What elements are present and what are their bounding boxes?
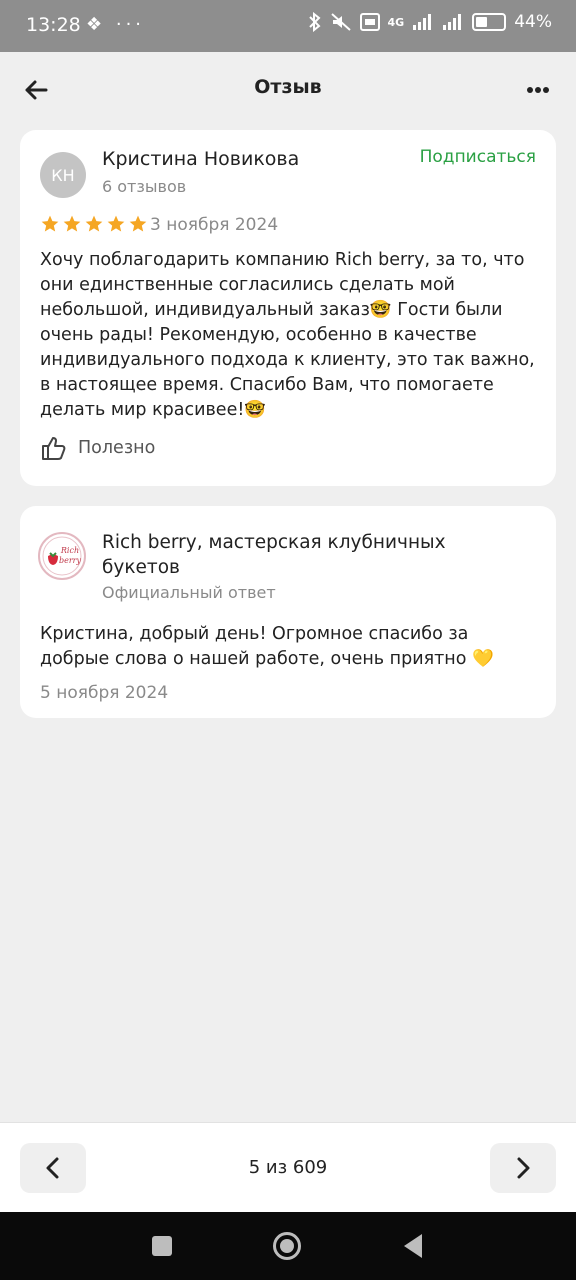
author-name[interactable]: Кристина Новикова <box>102 148 299 170</box>
author-reviews-count: 6 отзывов <box>102 177 187 196</box>
strawberry-logo-icon: Rich berry <box>42 536 82 576</box>
battery-icon <box>472 13 507 31</box>
signal-icon-2 <box>443 14 462 30</box>
logo-text-2: berry <box>59 556 82 565</box>
star-icon <box>129 215 147 232</box>
reply-card: Rich berry Rich berry, мастерская клубни… <box>20 506 556 718</box>
useful-label: Полезно <box>78 438 156 458</box>
logo-text-1: Rich <box>60 546 79 555</box>
useful-button[interactable]: Полезно <box>40 434 155 462</box>
thumbs-up-icon <box>42 437 66 460</box>
reply-date: 5 ноября 2024 <box>40 683 169 703</box>
star-icon <box>85 215 103 232</box>
next-button[interactable] <box>490 1143 556 1193</box>
top-app-bar: Отзыв <box>0 52 576 126</box>
chevron-right-icon <box>517 1157 530 1179</box>
star-icon <box>63 215 81 232</box>
pagination-bar: 5 из 609 <box>0 1122 576 1212</box>
system-nav-bar <box>0 1212 576 1280</box>
bluetooth-icon <box>308 12 321 32</box>
star-icon <box>41 215 59 232</box>
status-time: 13:28 <box>26 14 81 36</box>
volte-icon <box>359 13 380 31</box>
status-bar: 13:28 ❖ ··· 4G 44% <box>0 0 576 52</box>
network-type: 4G <box>387 15 405 29</box>
company-name[interactable]: Rich berry, мастерская клубничных букето… <box>102 530 522 580</box>
page-title: Отзыв <box>254 76 322 98</box>
notification-icons: ❖ ··· <box>86 14 146 35</box>
review-date: 3 ноября 2024 <box>150 215 279 235</box>
official-reply-label: Официальный ответ <box>102 583 276 602</box>
review-text: Хочу поблагодарить компанию Rich berry, … <box>40 250 535 420</box>
signal-icon <box>413 14 432 30</box>
company-logo[interactable]: Rich berry <box>38 532 86 580</box>
review-card: КН Кристина Новикова 6 отзывов Подписать… <box>20 130 556 486</box>
avatar[interactable]: КН <box>40 152 86 198</box>
back-triangle-icon[interactable] <box>404 1234 422 1258</box>
mute-icon <box>330 13 351 31</box>
star-icon <box>107 215 125 232</box>
recents-icon[interactable] <box>152 1236 172 1256</box>
battery-fill <box>476 17 488 27</box>
rating-stars <box>40 214 148 234</box>
status-right: 4G 44% <box>308 12 552 32</box>
battery-percent: 44% <box>514 12 552 32</box>
reply-text: Кристина, добрый день! Огромное спасибо … <box>40 624 494 669</box>
subscribe-button[interactable]: Подписаться <box>420 147 536 167</box>
home-icon[interactable] <box>273 1232 301 1260</box>
more-dots-icon[interactable] <box>522 74 554 106</box>
